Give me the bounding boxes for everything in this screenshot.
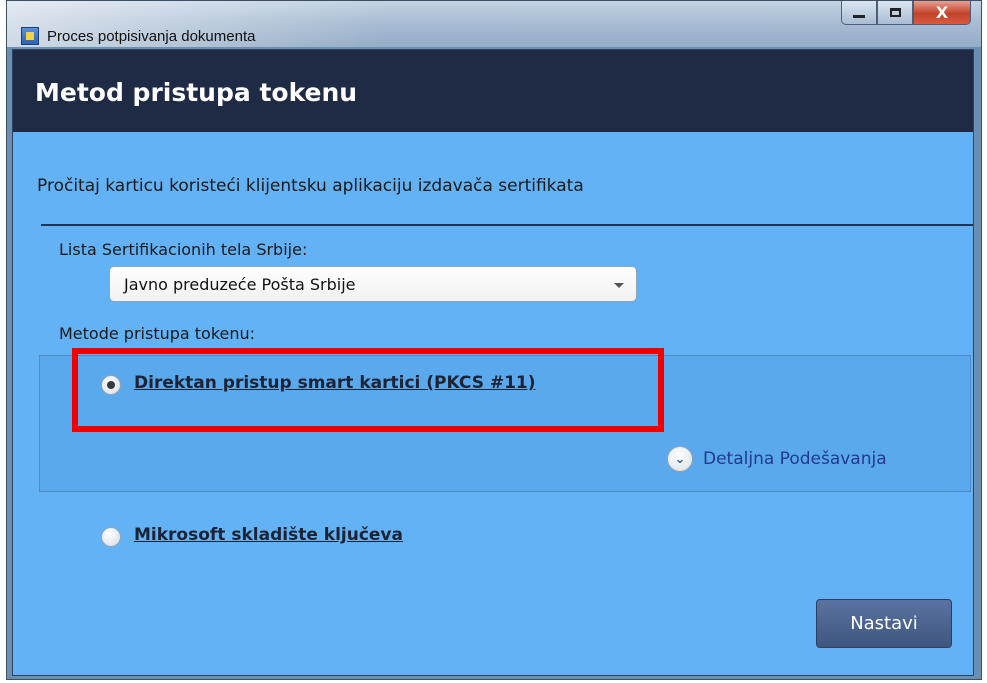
- ca-list-selected-value: Javno preduzeće Pošta Srbije: [124, 275, 356, 294]
- ca-list-label: Lista Sertifikacionih tela Srbije:: [59, 240, 308, 259]
- chevron-down-icon: ⌄: [667, 446, 693, 472]
- next-button[interactable]: Nastavi: [816, 599, 952, 648]
- app-icon: [21, 27, 39, 45]
- title-bar[interactable]: Proces potpisivanja dokumenta X: [7, 1, 981, 47]
- radio-microsoft-keystore[interactable]: [101, 527, 121, 547]
- header-bar: Metod pristupa tokenu: [13, 50, 973, 132]
- window-title: Proces potpisivanja dokumenta: [47, 28, 256, 45]
- option-pkcs11-link[interactable]: Direktan pristup smart kartici (PKCS #11…: [134, 373, 536, 393]
- advanced-settings-label: Detaljna Podešavanja: [703, 449, 887, 469]
- maximize-icon: [889, 8, 901, 17]
- subtitle-text: Pročitaj karticu koristeći klijentsku ap…: [37, 176, 584, 196]
- advanced-settings-link[interactable]: ⌄ Detaljna Podešavanja: [667, 446, 887, 472]
- minimize-button[interactable]: [841, 1, 877, 25]
- dialog-window: Proces potpisivanja dokumenta X Metod pr…: [6, 0, 982, 680]
- ca-list-select[interactable]: Javno preduzeće Pošta Srbije: [109, 266, 637, 302]
- radio-pkcs11[interactable]: [101, 375, 121, 395]
- maximize-button[interactable]: [877, 1, 913, 25]
- close-button[interactable]: X: [913, 1, 971, 25]
- caption-buttons: X: [841, 1, 971, 27]
- divider: [41, 224, 973, 226]
- dialog-content: Metod pristupa tokenu Pročitaj karticu k…: [12, 49, 974, 676]
- page-title: Metod pristupa tokenu: [35, 78, 358, 107]
- methods-label: Metode pristupa tokenu:: [59, 324, 256, 343]
- chevron-down-icon: [614, 283, 624, 288]
- minimize-icon: [853, 15, 865, 18]
- close-icon: X: [935, 3, 949, 22]
- option-microsoft-keystore-link[interactable]: Mikrosoft skladište ključeva: [134, 525, 403, 545]
